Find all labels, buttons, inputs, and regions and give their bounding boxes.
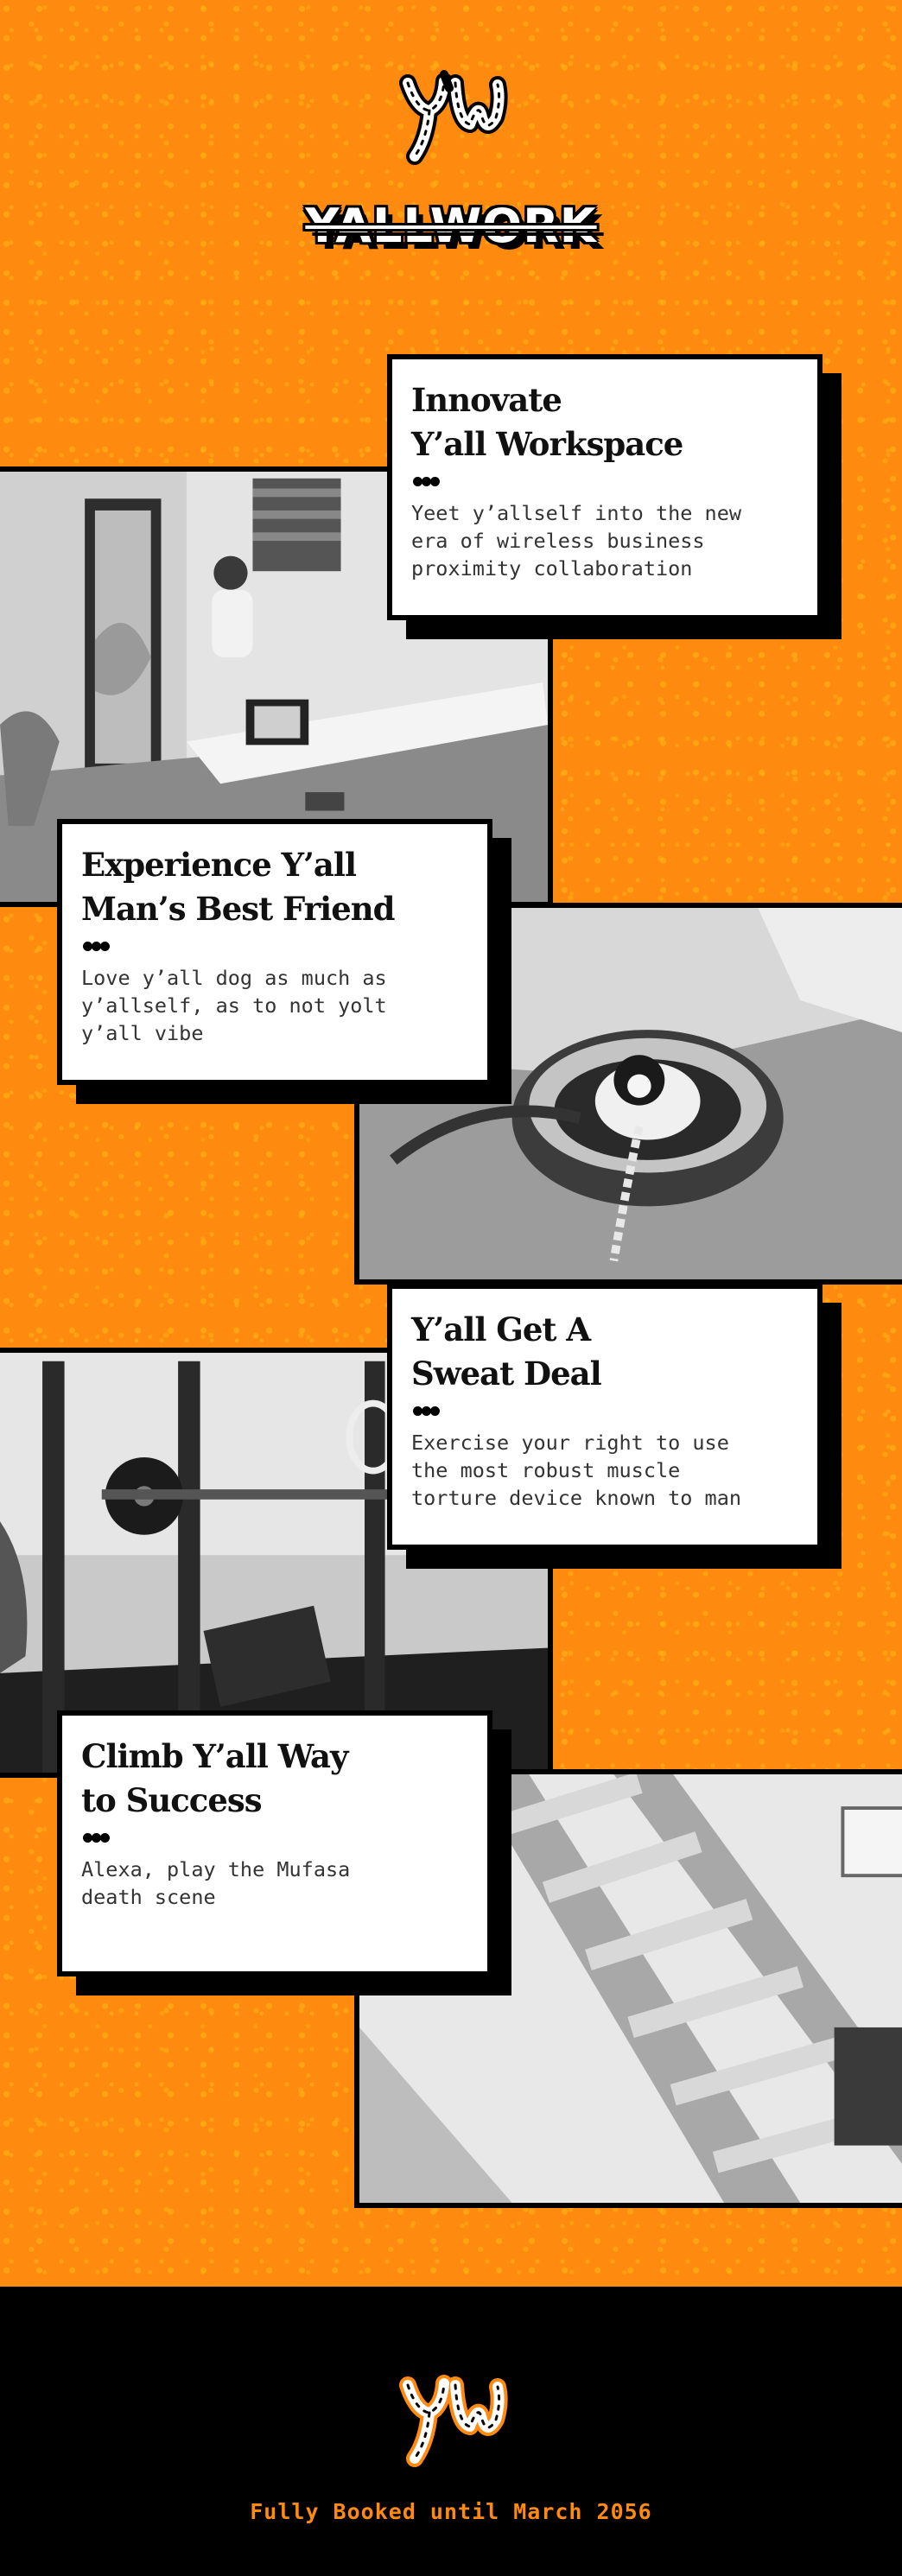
feature-title: Experience Y’all Man’s Best Friend — [81, 846, 396, 928]
feature-card-ladder: Climb Y’all Way to Success Alexa, play t… — [57, 1710, 492, 1976]
yw-rope-monogram-icon — [391, 57, 511, 169]
yw-rope-monogram-icon — [391, 2359, 511, 2467]
yallwork-wordmark[interactable]: YALLWORK — [290, 197, 612, 254]
footer: Fully Booked until March 2056 — [0, 2287, 902, 2576]
booking-status-text: Fully Booked until March 2056 — [250, 2499, 652, 2524]
wordmark-text: YALLWORK — [305, 198, 597, 253]
three-dot-divider-icon — [413, 1406, 797, 1417]
feature-card-workspace: Innovate Y’all Workspace Yeet y’allself … — [387, 354, 823, 620]
feature-description: Love y’all dog as much as y’allself, as … — [81, 966, 387, 1045]
feature-description: Alexa, play the Mufasa death scene — [81, 1857, 351, 1909]
three-dot-divider-icon — [413, 477, 797, 487]
three-dot-divider-icon — [83, 1833, 467, 1843]
feature-title: Innovate Y’all Workspace — [411, 381, 683, 463]
feature-card-dog: Experience Y’all Man’s Best Friend Love … — [57, 819, 492, 1085]
feature-title: Climb Y’all Way to Success — [81, 1737, 349, 1819]
feature-description: Exercise your right to use the most robu… — [411, 1431, 742, 1510]
feature-card-gym: Y’all Get A Sweat Deal Exercise your rig… — [387, 1284, 823, 1550]
three-dot-divider-icon — [83, 942, 467, 952]
feature-title: Y’all Get A Sweat Deal — [411, 1310, 602, 1393]
feature-description: Yeet y’allself into the new era of wirel… — [411, 501, 742, 581]
